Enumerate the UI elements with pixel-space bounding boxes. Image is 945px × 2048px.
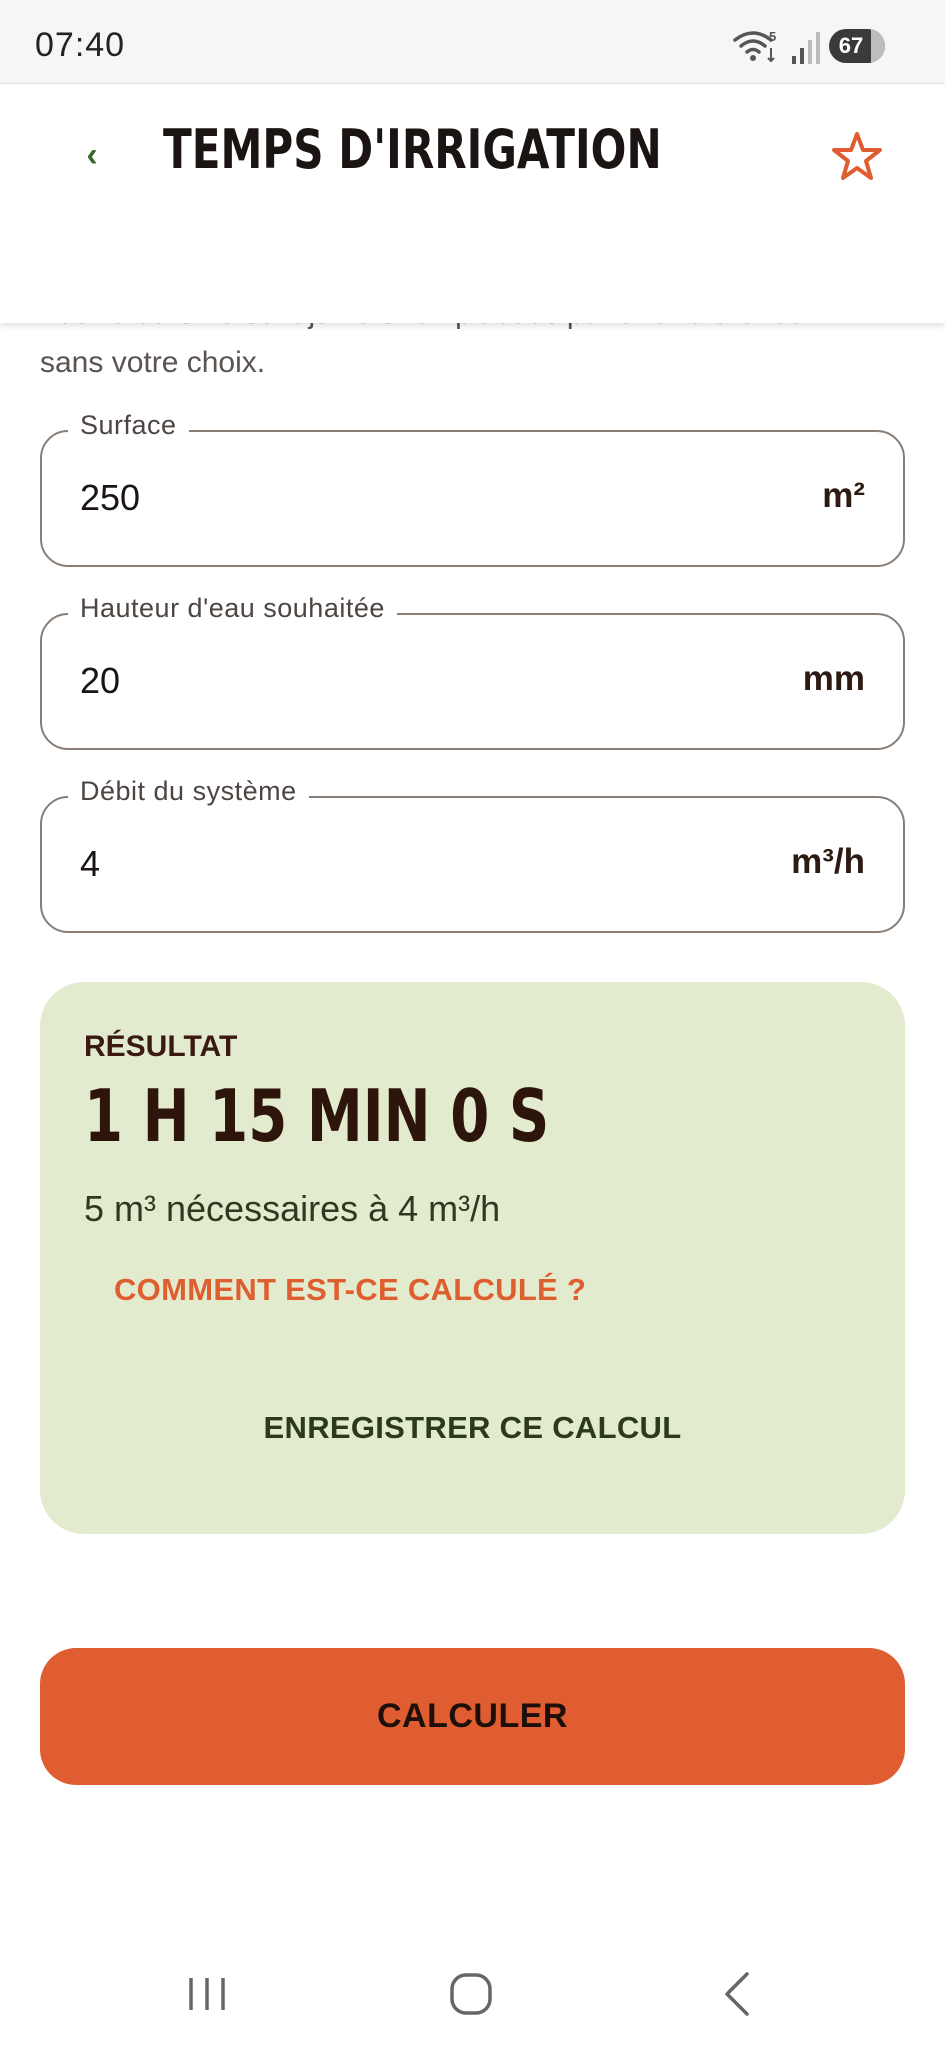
wifi-icon: 5 <box>733 29 776 63</box>
system-nav-bar <box>0 1938 945 2048</box>
how-calculated-link[interactable]: COMMENT EST-CE CALCULÉ ? <box>114 1272 586 1308</box>
water-height-label: Hauteur d'eau souhaitée <box>68 593 397 624</box>
water-height-field[interactable]: Hauteur d'eau souhaitée 20 mm <box>40 593 905 750</box>
back-icon: ‹ <box>86 136 98 174</box>
result-card: RÉSULTAT 1 H 15 MIN 0 S 5 m³ nécessaires… <box>40 982 905 1534</box>
result-value: 1 H 15 MIN 0 S <box>84 1074 550 1158</box>
surface-field[interactable]: Surface 250 m² <box>40 410 905 567</box>
wifi-badge: 5 <box>769 29 776 44</box>
status-icons: 5 67 <box>733 28 903 64</box>
result-detail: 5 m³ nécessaires à 4 m³/h <box>84 1188 501 1229</box>
water-height-input[interactable]: 20 <box>80 660 120 702</box>
signal-icon <box>792 32 820 64</box>
intro-text: sans votre choix. <box>40 346 266 379</box>
favorite-button[interactable] <box>831 130 883 182</box>
flow-rate-label: Débit du système <box>68 776 309 807</box>
nav-back-icon[interactable] <box>707 1966 767 2022</box>
calculate-button[interactable]: CALCULER <box>40 1648 905 1785</box>
flow-rate-field[interactable]: Débit du système 4 m³/h <box>40 776 905 933</box>
battery-level: 67 <box>838 33 864 58</box>
back-button[interactable]: ‹ <box>62 125 122 185</box>
flow-rate-unit: m³/h <box>791 842 865 881</box>
battery-empty-portion <box>871 29 885 63</box>
water-height-unit: mm <box>802 659 865 698</box>
nav-recents-icon[interactable] <box>177 1966 237 2022</box>
surface-label: Surface <box>68 410 189 441</box>
surface-unit: m² <box>822 476 865 515</box>
save-calculation-button[interactable]: ENREGISTRER CE CALCUL <box>40 1398 905 1458</box>
page-title: TEMPS D'IRRIGATION <box>163 118 662 181</box>
surface-input[interactable]: 250 <box>80 477 140 519</box>
status-bar: 07:40 5 67 <box>0 0 945 84</box>
app-header: ‹ TEMPS D'IRRIGATION <box>0 85 945 323</box>
status-time: 07:40 <box>35 26 126 64</box>
result-label: RÉSULTAT <box>84 1030 238 1063</box>
star-icon <box>832 132 882 180</box>
screen: Les valeurs ne sont jamais remplacées pa… <box>0 0 945 2048</box>
nav-home-icon[interactable] <box>441 1966 501 2022</box>
battery-icon: 67 <box>829 29 885 63</box>
flow-rate-input[interactable]: 4 <box>80 843 100 885</box>
